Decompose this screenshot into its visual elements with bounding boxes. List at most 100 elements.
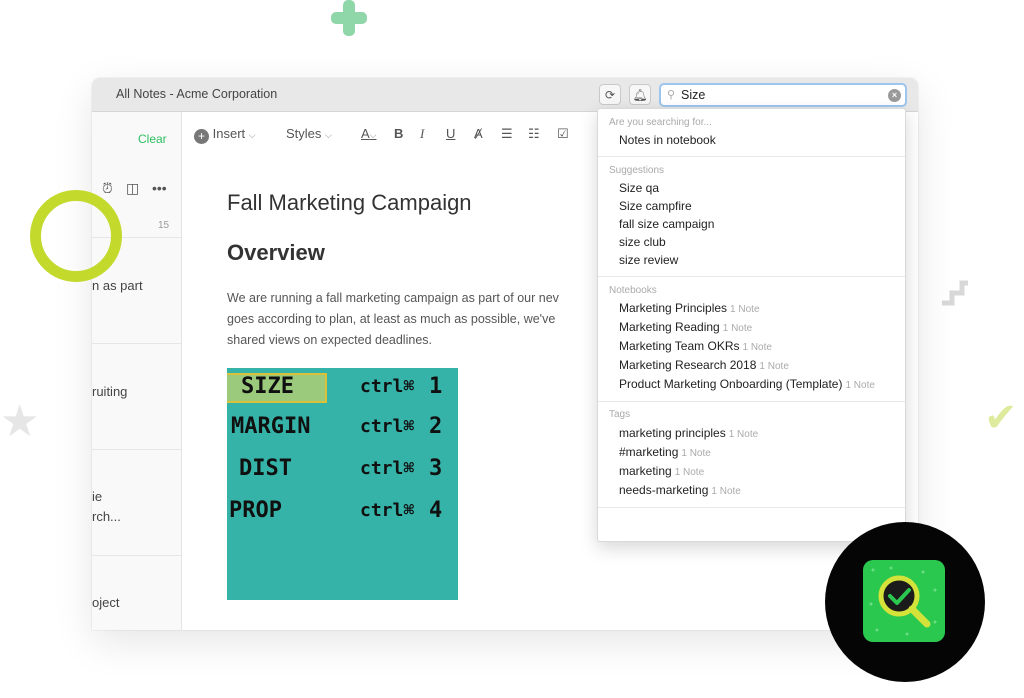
note-count: 15 bbox=[158, 220, 170, 231]
note-count: 1 Note bbox=[759, 361, 789, 372]
notebook-item[interactable]: Marketing Team OKRs 1 Note bbox=[619, 339, 772, 353]
window-title: All Notes - Acme Corporation bbox=[116, 87, 278, 101]
search-icon: ⚲ bbox=[667, 89, 676, 101]
note-snippet[interactable]: oject bbox=[92, 595, 119, 610]
note-paragraph-line[interactable]: We are running a fall marketing campaign… bbox=[227, 291, 559, 305]
plus-decoration-icon bbox=[331, 0, 367, 36]
suggestion-item[interactable]: size review bbox=[619, 253, 678, 267]
tag-name: needs-marketing bbox=[619, 483, 709, 497]
handwriting-number: 2 bbox=[429, 414, 443, 439]
note-count: 1 Note bbox=[728, 429, 759, 440]
tag-item[interactable]: #marketing 1 Note bbox=[619, 445, 711, 459]
tag-item[interactable]: marketing 1 Note bbox=[619, 464, 704, 478]
tag-item[interactable]: needs-marketing 1 Note bbox=[619, 483, 741, 497]
bold-icon[interactable]: B bbox=[394, 126, 403, 141]
notebook-item[interactable]: Marketing Research 2018 1 Note bbox=[619, 358, 789, 372]
view-toggle-icon[interactable]: ◫ bbox=[126, 180, 139, 197]
note-count: 1 Note bbox=[845, 380, 875, 391]
notifications-button[interactable]: 🔔︎ bbox=[629, 84, 651, 105]
note-snippet[interactable]: ruiting bbox=[92, 384, 127, 399]
underline-icon[interactable]: U bbox=[446, 126, 455, 141]
badge-tile bbox=[863, 560, 945, 642]
dropdown-section-header: Notebooks bbox=[609, 285, 657, 296]
sticky-note-image[interactable]: SIZE MARGIN DIST PROP ctrl⌘ ctrl⌘ ctrl⌘ … bbox=[227, 368, 458, 600]
search-suggestions-dropdown: Are you searching for... Notes in notebo… bbox=[597, 108, 906, 542]
suggestion-item[interactable]: size club bbox=[619, 235, 666, 249]
sync-icon: ⟳ bbox=[604, 87, 616, 102]
bell-icon: 🔔︎ bbox=[632, 87, 648, 102]
note-snippet[interactable]: rch... bbox=[92, 509, 121, 524]
checkbox-icon[interactable]: ☑ bbox=[557, 126, 569, 142]
notebook-name: Product Marketing Onboarding (Template) bbox=[619, 377, 843, 391]
divider bbox=[598, 276, 905, 277]
note-count: 1 Note bbox=[711, 486, 741, 497]
styles-label: Styles bbox=[286, 126, 322, 141]
insert-label: Insert bbox=[212, 126, 246, 141]
note-paragraph-line[interactable]: shared views on expected deadlines. bbox=[227, 333, 432, 347]
search-box[interactable]: ⚲ × bbox=[659, 83, 907, 107]
handwriting-shortcut-prefix: ctrl⌘ bbox=[360, 458, 415, 479]
notebook-item[interactable]: Marketing Reading 1 Note bbox=[619, 320, 752, 334]
ring-decoration-icon bbox=[30, 190, 122, 282]
handwriting-shortcut-prefix: ctrl⌘ bbox=[360, 376, 415, 397]
handwriting-word: SIZE bbox=[241, 374, 294, 399]
note-heading[interactable]: Overview bbox=[227, 240, 325, 266]
suggestion-item[interactable]: Size campfire bbox=[619, 199, 692, 213]
search-feature-badge bbox=[825, 522, 985, 682]
divider bbox=[92, 555, 181, 556]
clear-filter-link[interactable]: Clear bbox=[138, 132, 167, 146]
notebook-name: Marketing Team OKRs bbox=[619, 339, 740, 353]
dropdown-section-header: Suggestions bbox=[609, 165, 665, 176]
highlight-icon[interactable]: Ⱥ bbox=[474, 126, 483, 141]
notebook-name: Marketing Research 2018 bbox=[619, 358, 757, 372]
tag-name: marketing bbox=[619, 464, 672, 478]
dropdown-item[interactable]: Notes in notebook bbox=[619, 133, 716, 147]
tag-item[interactable]: marketing principles 1 Note bbox=[619, 426, 758, 440]
notebook-item[interactable]: Marketing Principles 1 Note bbox=[619, 301, 760, 315]
handwriting-number: 1 bbox=[429, 374, 443, 399]
tag-name: marketing principles bbox=[619, 426, 726, 440]
more-options-icon[interactable]: ••• bbox=[152, 180, 167, 196]
notebook-name: Marketing Reading bbox=[619, 320, 720, 334]
steps-decoration-icon bbox=[940, 277, 970, 307]
italic-icon[interactable]: I bbox=[420, 126, 424, 142]
font-color-icon[interactable]: A⌵ bbox=[361, 126, 377, 141]
divider bbox=[598, 507, 905, 508]
notebook-name: Marketing Principles bbox=[619, 301, 728, 315]
note-count: 1 Note bbox=[730, 304, 760, 315]
styles-button[interactable]: Styles ⌵ bbox=[286, 126, 332, 141]
bullet-list-icon[interactable]: ☰ bbox=[501, 126, 513, 142]
handwriting-number: 4 bbox=[429, 498, 443, 523]
note-list-panel: Clear ⏰︎ ◫ ••• 15 n as part ruiting ie r… bbox=[92, 112, 182, 630]
insert-button[interactable]: + Insert ⌵ bbox=[194, 126, 256, 144]
dropdown-section-header: Tags bbox=[609, 409, 631, 420]
clear-search-icon[interactable]: × bbox=[888, 89, 901, 102]
search-input[interactable] bbox=[681, 86, 881, 104]
chevron-down-icon: ⌵ bbox=[325, 130, 332, 140]
note-count: 1 Note bbox=[742, 342, 772, 353]
note-title[interactable]: Fall Marketing Campaign bbox=[227, 190, 472, 216]
plus-circle-icon: + bbox=[194, 129, 209, 144]
format-toolbar: + Insert ⌵ Styles ⌵ A⌵ B I U Ⱥ ☰ ☷ ☑ bbox=[183, 112, 603, 156]
suggestion-item[interactable]: fall size campaign bbox=[619, 217, 714, 231]
divider bbox=[92, 449, 181, 450]
dropdown-section-header: Are you searching for... bbox=[609, 117, 712, 128]
numbered-list-icon[interactable]: ☷ bbox=[528, 126, 540, 142]
divider bbox=[92, 343, 181, 344]
divider bbox=[598, 401, 905, 402]
sync-button[interactable]: ⟳ bbox=[599, 84, 621, 105]
note-count: 1 Note bbox=[674, 467, 705, 478]
note-count: 1 Note bbox=[681, 448, 711, 459]
divider bbox=[598, 156, 905, 157]
note-paragraph-line[interactable]: goes according to plan, at least as much… bbox=[227, 312, 555, 326]
note-snippet[interactable]: n as part bbox=[92, 278, 143, 293]
handwriting-shortcut-prefix: ctrl⌘ bbox=[360, 416, 415, 437]
note-snippet[interactable]: ie bbox=[92, 489, 102, 504]
note-count: 1 Note bbox=[722, 323, 753, 334]
handwriting-word: DIST bbox=[239, 456, 292, 481]
handwriting-shortcut-prefix: ctrl⌘ bbox=[360, 500, 415, 521]
reminder-icon[interactable]: ⏰︎ bbox=[102, 180, 113, 197]
tag-name: #marketing bbox=[619, 445, 679, 459]
suggestion-item[interactable]: Size qa bbox=[619, 181, 659, 195]
notebook-item[interactable]: Product Marketing Onboarding (Template) 1… bbox=[619, 377, 875, 391]
